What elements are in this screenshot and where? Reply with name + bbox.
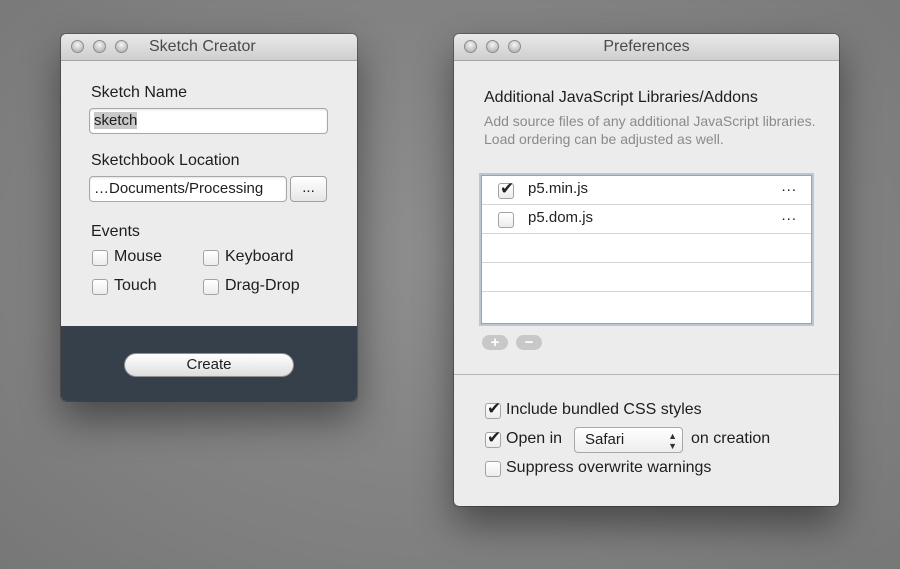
browse-location-button[interactable]: ... bbox=[290, 176, 327, 202]
window-title: Sketch Creator bbox=[149, 38, 256, 55]
sketchbook-location-label: Sketchbook Location bbox=[91, 152, 240, 169]
window-controls bbox=[71, 40, 128, 53]
libraries-description: Add source files of any additional JavaS… bbox=[484, 113, 816, 147]
library-options-button[interactable]: ... bbox=[781, 178, 797, 195]
libraries-table[interactable]: p5.min.js ... p5.dom.js ... bbox=[481, 175, 812, 324]
libraries-heading: Additional JavaScript Libraries/Addons bbox=[484, 89, 758, 106]
include-css-label: Include bundled CSS styles bbox=[506, 401, 702, 418]
events-label: Events bbox=[91, 223, 140, 240]
on-creation-label: on creation bbox=[691, 430, 771, 447]
library-options-button[interactable]: ... bbox=[781, 207, 797, 224]
drag-drop-label: Drag-Drop bbox=[225, 277, 300, 294]
touch-checkbox[interactable] bbox=[92, 279, 108, 295]
close-window-button[interactable] bbox=[71, 40, 84, 53]
table-row[interactable]: p5.min.js ... bbox=[482, 176, 811, 205]
mouse-label: Mouse bbox=[114, 248, 163, 265]
sketch-creator-window: Sketch Creator Sketch Name sketch Sketch… bbox=[61, 34, 357, 401]
table-row bbox=[482, 292, 811, 321]
table-row bbox=[482, 234, 811, 263]
suppress-warnings-label: Suppress overwrite warnings bbox=[506, 459, 712, 476]
library-name: p5.min.js bbox=[528, 180, 589, 197]
title-bar[interactable]: Sketch Creator bbox=[61, 34, 357, 61]
preferences-window: Preferences Additional JavaScript Librar… bbox=[454, 34, 839, 506]
library-checkbox[interactable] bbox=[498, 212, 514, 228]
minimize-window-button[interactable] bbox=[93, 40, 106, 53]
table-row bbox=[482, 263, 811, 292]
browser-select[interactable]: Safari ▲ ▼ bbox=[574, 427, 683, 453]
browser-value: Safari bbox=[585, 431, 625, 448]
library-name: p5.dom.js bbox=[528, 209, 594, 226]
window-title: Preferences bbox=[603, 38, 690, 55]
add-library-button[interactable]: + bbox=[482, 335, 508, 350]
select-arrows-icon: ▲ ▼ bbox=[668, 431, 677, 451]
open-in-checkbox[interactable] bbox=[485, 428, 501, 448]
sketch-name-value: sketch bbox=[94, 112, 138, 129]
section-divider bbox=[454, 374, 839, 375]
open-in-label: Open in bbox=[506, 430, 563, 447]
table-row[interactable]: p5.dom.js ... bbox=[482, 205, 811, 234]
action-footer: Create bbox=[61, 326, 357, 401]
zoom-window-button[interactable] bbox=[115, 40, 128, 53]
remove-library-button[interactable]: − bbox=[516, 335, 542, 350]
include-css-checkbox[interactable] bbox=[485, 399, 501, 419]
mouse-checkbox[interactable] bbox=[92, 250, 108, 266]
create-button[interactable]: Create bbox=[124, 353, 294, 377]
sketch-name-input[interactable]: sketch bbox=[89, 108, 328, 134]
drag-drop-checkbox[interactable] bbox=[203, 279, 219, 295]
suppress-warnings-checkbox[interactable] bbox=[485, 461, 501, 477]
touch-label: Touch bbox=[114, 277, 157, 294]
sketchbook-location-input[interactable]: …Documents/Processing bbox=[89, 176, 287, 202]
sketch-name-label: Sketch Name bbox=[91, 84, 188, 101]
keyboard-label: Keyboard bbox=[225, 248, 294, 265]
title-bar[interactable]: Preferences bbox=[454, 34, 839, 61]
library-checkbox[interactable] bbox=[498, 179, 514, 199]
keyboard-checkbox[interactable] bbox=[203, 250, 219, 266]
